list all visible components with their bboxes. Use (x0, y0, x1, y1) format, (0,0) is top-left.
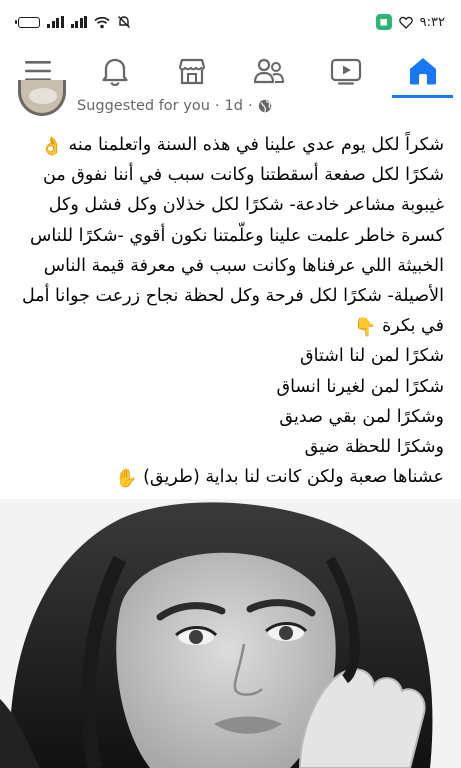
suggested-label: Suggested for you (77, 98, 210, 114)
nav-home[interactable] (384, 44, 461, 98)
groups-icon (253, 58, 284, 84)
post-photo[interactable] (0, 499, 461, 768)
app-notification-icon: ◼ (375, 14, 392, 30)
post-text: شكراً لكل يوم عدي علينا في هذه السنة وات… (16, 130, 444, 492)
mute-icon (118, 16, 130, 28)
post-text-line: كسرة خاطر علمت علينا وعلّمتنا نكون أقوي … (29, 225, 444, 246)
marketplace-icon (179, 58, 206, 85)
post-text-line: في بكرة 👇 (354, 316, 444, 339)
post-text-line: شكرًا لمن لغيرنا انساق (276, 376, 444, 397)
status-bar: ◼ ٩:٣٢ (0, 0, 461, 44)
nav-notifications[interactable] (77, 44, 154, 98)
post-text-line: غيبوبة مشاعر خادعة- شكرًا لكل خذلان وكل … (48, 195, 444, 216)
post-meta: Suggested for you · 1d · (77, 98, 272, 114)
wifi-icon (94, 16, 110, 28)
home-icon (409, 58, 436, 85)
post-text-line: شكرًا لمن لنا اشتاق (300, 346, 444, 367)
status-bar-left (15, 15, 131, 29)
heart-icon (398, 16, 413, 29)
post-text-line: الأصيلة- شكرًا لكل فرحة وكل لحظة نجاح زر… (22, 286, 444, 307)
portrait-image (0, 499, 461, 768)
post-text-line: وشكرًا للحظة ضيق (304, 437, 444, 458)
post-time[interactable]: 1d (225, 98, 243, 114)
nav-marketplace[interactable] (154, 44, 231, 98)
post-text-line: شكراً لكل يوم عدي علينا في هذه السنة وات… (40, 135, 444, 157)
post-text-line: شكرًا لكل صفعة أسقطتنا وكانت سبب في أننا… (43, 165, 444, 186)
avatar[interactable] (18, 80, 66, 116)
meta-separator: · (214, 98, 220, 114)
video-icon (330, 58, 361, 85)
post-text-line: وشكرًا لمن بقي صديق (279, 406, 444, 427)
post-header: Suggested for you · 1d · (0, 80, 461, 120)
clock-time: ٩:٣٢ (419, 14, 445, 30)
globe-icon[interactable] (258, 99, 272, 113)
signal-icon (47, 16, 64, 28)
top-navigation (0, 44, 461, 98)
signal-icon (70, 16, 87, 28)
post-text-line: الخبيثة اللي عرفناها وكانت سبب في معرفة … (43, 255, 444, 276)
ok-hand-emoji: 👌 (40, 136, 63, 157)
post-text-line: عشناها صعبة ولكن كانت لنا بداية (طريق) ✋ (115, 467, 444, 490)
pointing-down-emoji: 👇 (354, 317, 377, 339)
bell-icon (102, 58, 128, 86)
status-bar-right: ◼ ٩:٣٢ (375, 14, 445, 30)
battery-icon (15, 16, 40, 28)
meta-separator: · (247, 98, 253, 114)
nav-groups[interactable] (230, 44, 307, 98)
raised-hand-emoji: ✋ (115, 468, 138, 490)
nav-watch[interactable] (307, 44, 384, 98)
